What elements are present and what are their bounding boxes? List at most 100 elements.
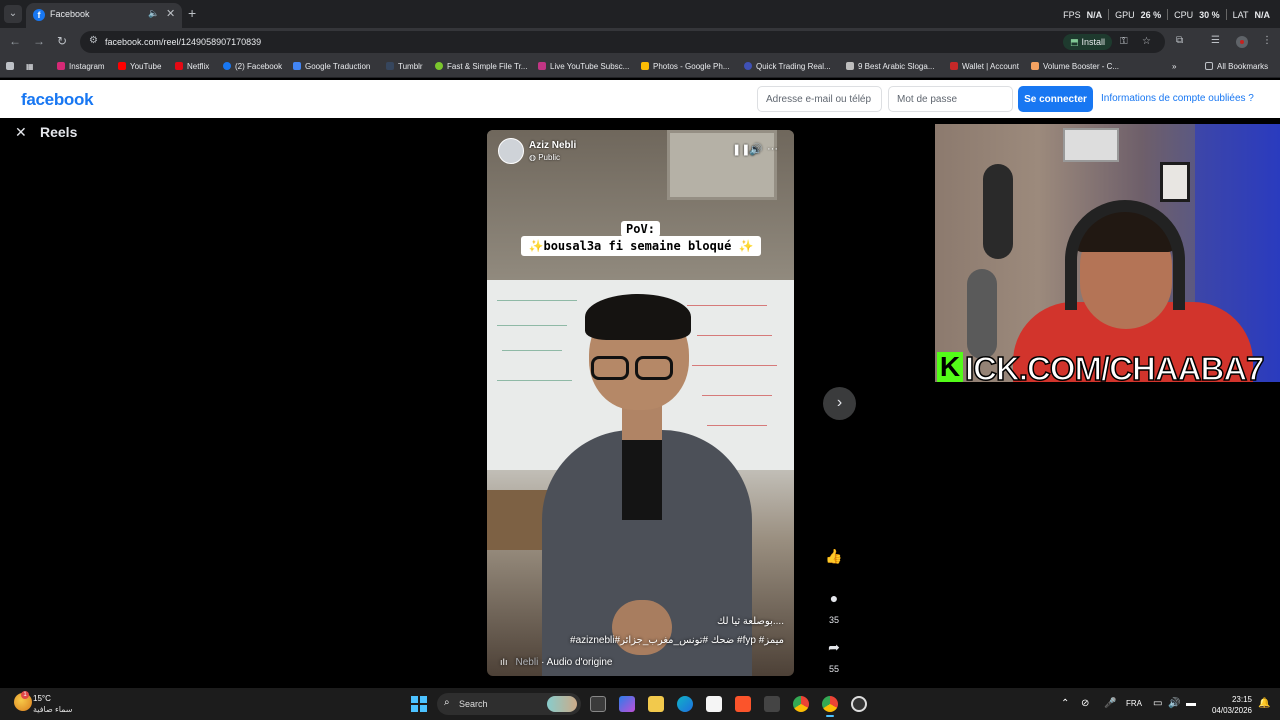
bookmark-item[interactable]: Instagram — [57, 62, 105, 71]
brave-icon[interactable] — [735, 696, 751, 712]
extensions-puzzle-icon[interactable]: ⧉ — [1176, 35, 1183, 46]
bookmark-item[interactable]: Google Traduction — [293, 62, 370, 71]
profile-avatar-icon[interactable] — [1236, 36, 1248, 48]
forward-arrow-icon[interactable]: → — [33, 34, 45, 48]
bookmark-item[interactable]: Fast & Simple File Tr... — [435, 62, 527, 71]
weather-description[interactable]: سماء صافية — [33, 705, 73, 714]
obs-icon[interactable] — [851, 696, 867, 712]
edge-icon[interactable] — [677, 696, 693, 712]
volume-icon[interactable]: 🔊 — [749, 143, 763, 156]
bookmark-item[interactable]: YouTube — [118, 62, 161, 71]
bookmarks-bar: ▦ Instagram YouTube Netflix (2) Facebook… — [0, 56, 1280, 78]
browser-menu-icon[interactable]: ⋮ — [1262, 35, 1272, 46]
like-thumb-icon[interactable]: 👍 — [822, 544, 846, 568]
windows-start-icon[interactable] — [411, 696, 427, 712]
browser-tab-facebook[interactable]: f Facebook 🔈 ✕ — [26, 3, 182, 28]
bookmark-item[interactable]: Quick Trading Real... — [744, 62, 831, 71]
trading-icon — [744, 62, 752, 70]
tab-audio-icon[interactable]: 🔈 — [148, 8, 159, 19]
file-explorer-icon[interactable] — [648, 696, 664, 712]
bookmark-item[interactable]: Photos - Google Ph... — [641, 62, 730, 71]
site-info-icon[interactable]: ⚙ — [89, 35, 98, 46]
weather-badge: 1 — [21, 691, 29, 699]
sparkle-icon: ✨ — [731, 239, 754, 253]
bookmark-grid-icon[interactable]: ▦ — [26, 62, 34, 71]
battery-icon[interactable]: ▬ — [1186, 698, 1196, 709]
bookmark-item[interactable]: Live YouTube Subsc... — [538, 62, 629, 71]
login-button[interactable]: Se connecter — [1018, 86, 1093, 112]
store-icon[interactable] — [706, 696, 722, 712]
bookmark-item[interactable]: Wallet | Account — [950, 62, 1019, 71]
close-reels-icon[interactable]: ✕ — [15, 124, 27, 141]
more-options-icon[interactable]: ··· — [767, 143, 778, 155]
microphone-icon[interactable]: 🎤 — [1104, 698, 1116, 709]
tray-app-icon[interactable]: ⊘ — [1081, 698, 1089, 709]
comment-bubble-icon[interactable]: ● — [822, 586, 846, 610]
chrome-icon[interactable] — [793, 696, 809, 712]
all-bookmarks-button[interactable]: All Bookmarks — [1205, 62, 1268, 71]
media-controls-icon[interactable]: ☰ — [1211, 35, 1220, 46]
bookmark-star-icon[interactable]: ☆ — [1142, 36, 1151, 47]
reel-video[interactable]: Aziz Nebli ◍ Public ❚❚ 🔊 ··· PoV: ✨bousa… — [487, 130, 794, 676]
task-view-icon[interactable] — [590, 696, 606, 712]
address-bar[interactable]: ⚙ facebook.com/reel/1249058907170839 ⬒ In… — [80, 31, 1165, 53]
video-person-glasses — [591, 356, 629, 380]
chrome-active-icon[interactable] — [822, 696, 838, 717]
author-avatar[interactable] — [498, 138, 524, 164]
share-arrow-icon[interactable]: ➦ — [822, 635, 846, 659]
facebook-logo[interactable]: facebook — [21, 90, 94, 110]
taskbar-search[interactable]: ⌕ Search — [437, 693, 581, 715]
tab-close-icon[interactable]: ✕ — [166, 7, 175, 20]
comments-count: 35 — [828, 615, 839, 625]
back-arrow-icon[interactable]: ← — [9, 34, 21, 48]
bookmark-label: Netflix — [187, 62, 210, 71]
copilot-icon[interactable] — [619, 696, 635, 712]
kick-logo-k: K — [937, 352, 963, 382]
overlay-line1: PoV: — [621, 221, 660, 237]
next-reel-button[interactable]: › — [823, 387, 856, 420]
weather-temperature[interactable]: 15°C — [33, 694, 51, 703]
reload-icon[interactable]: ↻ — [57, 34, 67, 48]
facebook-header: facebook Se connecter Informations de co… — [0, 80, 1280, 118]
speaker-icon[interactable]: 🔊 — [1168, 698, 1180, 709]
performance-overlay: FPS N/A GPU 26 % CPU 30 % LAT N/A — [1063, 9, 1270, 20]
notifications-icon[interactable]: 🔔 — [1258, 698, 1270, 709]
bookmark-item[interactable]: Netflix — [175, 62, 209, 71]
visibility-label: ◍ Public — [529, 153, 560, 162]
reel-hashtags[interactable]: #aziznebli#ضحك #تونس_مغرب_جزائر #fyp #مي… — [570, 635, 784, 646]
bookmark-apps-icon[interactable] — [6, 62, 18, 71]
bookmark-item[interactable]: 9 Best Arabic Sloga... — [846, 62, 935, 71]
facebook-icon — [223, 62, 231, 70]
bookmark-item[interactable]: (2) Facebook — [223, 62, 282, 71]
gpu-label: GPU — [1115, 9, 1135, 20]
tab-search-dropdown-icon[interactable]: ⌄ — [4, 5, 22, 23]
visibility-text: Public — [538, 153, 560, 162]
pause-icon[interactable]: ❚❚ — [732, 143, 750, 156]
audio-attribution[interactable]: ıIı Nebli · Audio d'origine — [500, 657, 613, 668]
input-language[interactable]: FRA — [1126, 699, 1142, 708]
password-key-icon[interactable]: ⚿ — [1120, 36, 1128, 47]
overlay-line2: bousal3a fi semaine bloqué — [543, 239, 732, 253]
author-name[interactable]: Aziz Nebli — [529, 140, 576, 151]
tray-overflow-chevron-icon[interactable]: ⌃ — [1061, 698, 1069, 709]
perf-divider — [1108, 9, 1110, 20]
tumblr-icon — [386, 62, 394, 70]
video-person-hair — [585, 294, 691, 340]
epic-games-icon[interactable] — [764, 696, 780, 712]
system-clock[interactable]: 23:15 04/03/2026 — [1210, 694, 1252, 716]
cpu-label: CPU — [1174, 9, 1194, 20]
webcam-wall-basket — [1063, 128, 1119, 162]
network-icon[interactable]: ▭ — [1153, 698, 1162, 709]
email-field[interactable] — [757, 86, 882, 112]
more-bookmarks-chevron-icon[interactable]: » — [1172, 62, 1176, 71]
wallet-icon — [950, 62, 958, 70]
new-tab-button[interactable]: + — [188, 5, 196, 21]
bookmark-item[interactable]: Tumblr — [386, 62, 423, 71]
install-app-button[interactable]: ⬒ Install — [1063, 34, 1113, 50]
password-field[interactable] — [888, 86, 1013, 112]
all-bookmarks-label: All Bookmarks — [1217, 62, 1269, 71]
reel-caption[interactable]: بوصلعة ثيا لك.... — [717, 616, 784, 627]
bookmark-item[interactable]: Volume Booster - C... — [1031, 62, 1119, 71]
volume-booster-icon — [1031, 62, 1039, 70]
forgot-account-link[interactable]: Informations de compte oubliées ? — [1101, 93, 1254, 104]
